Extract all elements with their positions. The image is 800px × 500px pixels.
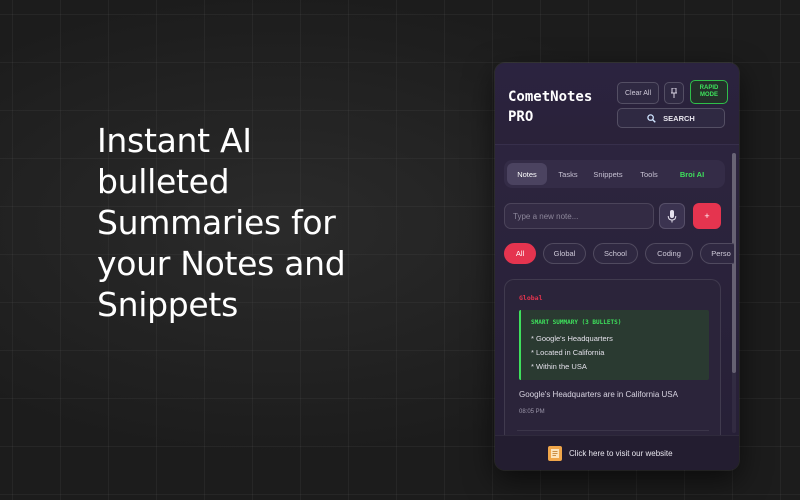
panel-footer: Click here to visit our website	[495, 435, 739, 470]
rapid-mode-label: MODE	[699, 92, 718, 98]
app-title-line: PRO	[508, 109, 534, 125]
smart-summary-box: SMART SUMMARY (3 BULLETS) * Google's Hea…	[519, 310, 709, 380]
microphone-button[interactable]	[659, 203, 685, 229]
add-note-button[interactable]: +	[693, 203, 721, 229]
divider	[517, 430, 709, 431]
tab-notes[interactable]: Notes	[507, 163, 547, 185]
rapid-mode-button[interactable]: RAPID MODE	[690, 80, 728, 104]
hero-line: Summaries for	[97, 203, 336, 242]
panel-header: CometNotes PRO Clear All RAPID MODE SEAR…	[495, 63, 739, 145]
clear-all-button[interactable]: Clear All	[617, 82, 659, 104]
hero-headline: Instant AI bulleted Summaries for your N…	[97, 120, 417, 325]
microphone-icon	[667, 209, 677, 222]
tab-tasks[interactable]: Tasks	[550, 163, 586, 185]
hero-line: Snippets	[97, 285, 238, 324]
filter-chip-coding[interactable]: Coding	[645, 243, 693, 264]
visit-website-link[interactable]: Click here to visit our website	[548, 446, 673, 461]
tab-bar: Notes Tasks Snippets Tools Broi AI	[504, 160, 725, 188]
note-timestamp: 08:05 PM	[519, 409, 545, 415]
summary-bullet: * Within the USA	[531, 362, 587, 371]
search-button[interactable]: SEARCH	[617, 108, 725, 128]
search-label: SEARCH	[663, 113, 695, 123]
note-category-tag: Global	[519, 294, 543, 302]
hero-line: bulleted	[97, 162, 230, 201]
tab-snippets[interactable]: Snippets	[588, 163, 628, 185]
background: Instant AI bulleted Summaries for your N…	[0, 0, 800, 500]
tab-tools[interactable]: Tools	[632, 163, 666, 185]
magnifier-icon	[647, 113, 656, 123]
document-icon	[548, 446, 562, 461]
new-note-input[interactable]: Type a new note...	[504, 203, 654, 229]
hero-line: Instant AI	[97, 121, 252, 160]
note-card[interactable]: Global SMART SUMMARY (3 BULLETS) * Googl…	[504, 279, 721, 449]
app-title: CometNotes PRO	[508, 87, 618, 127]
filter-chip-personal[interactable]: Perso	[700, 243, 734, 264]
hero-line: your Notes and	[97, 244, 346, 283]
filter-chip-school[interactable]: School	[593, 243, 638, 264]
pin-icon	[671, 88, 677, 98]
app-title-line: CometNotes	[508, 89, 593, 105]
smart-summary-title: SMART SUMMARY (3 BULLETS)	[531, 319, 622, 326]
panel-scrollbar[interactable]	[732, 153, 736, 433]
pin-button[interactable]	[664, 82, 684, 104]
filter-chips: All Global School Coding Perso	[504, 243, 734, 265]
filter-chip-global[interactable]: Global	[543, 243, 586, 264]
note-body: Google's Headquarters are in California …	[519, 390, 678, 399]
rapid-mode-label: RAPID	[699, 85, 719, 91]
filter-chip-all[interactable]: All	[504, 243, 536, 264]
summary-bullet: * Google's Headquarters	[531, 334, 613, 343]
extension-panel: CometNotes PRO Clear All RAPID MODE SEAR…	[495, 63, 739, 470]
tab-broi-ai[interactable]: Broi AI	[670, 163, 714, 185]
visit-website-label: Click here to visit our website	[569, 449, 673, 458]
summary-bullet: * Located in California	[531, 348, 605, 357]
